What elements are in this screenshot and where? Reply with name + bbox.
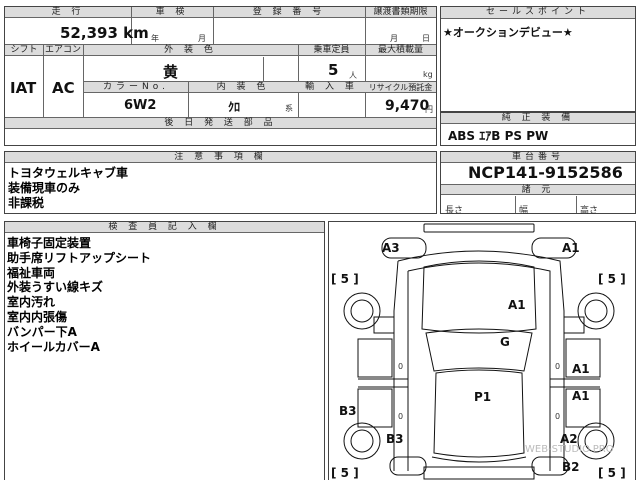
max-load-unit: kg xyxy=(423,70,433,79)
inspector-line: 助手席リフトアップシート xyxy=(7,250,152,265)
inspector-line: 外装うすい線キズ xyxy=(7,280,104,295)
inspection-header: 車 検 xyxy=(131,7,213,18)
zero-marker-right-lower: 0 xyxy=(555,412,561,421)
damage-label-a1-hood: A1 xyxy=(508,298,526,312)
inspection-month-unit: 月 xyxy=(198,34,206,43)
mileage-value: 52,393 km xyxy=(60,24,149,42)
inspector-line: 車椅子固定装置 xyxy=(7,236,92,250)
capacity-unit: 人 xyxy=(349,71,357,80)
capacity-value: 5 xyxy=(328,61,339,79)
ac-header: エアコン xyxy=(43,45,83,56)
damage-label-a1-right-lower: A1 xyxy=(572,389,590,403)
inspector-line: ホイールカバーA xyxy=(7,339,100,354)
damage-label-b3-bottom: B3 xyxy=(386,432,404,446)
notes-line: 非課税 xyxy=(8,196,45,210)
damage-label-p1: P1 xyxy=(474,390,492,404)
equipment-text: ABS ｴｱB PS PW xyxy=(448,129,549,143)
sales-point-box xyxy=(440,6,636,112)
damage-label-b3-left: B3 xyxy=(339,404,357,418)
color-no-value: 6W2 xyxy=(124,98,157,113)
notes-header: 注 意 事 項 欄 xyxy=(5,152,436,163)
shift-header: シフト xyxy=(5,45,43,56)
sales-point-header: セールスポイント xyxy=(441,7,635,19)
recycle-header: リサイクル預託金 xyxy=(365,82,436,93)
retrofit-parts-header: 後 日 発 送 部 品 xyxy=(5,118,436,129)
bracket-left-upper: [ 5 ] xyxy=(331,272,359,286)
damage-label-b2: B2 xyxy=(562,460,580,474)
damage-label-a3: A3 xyxy=(382,241,400,255)
bracket-right-lower: [ 5 ] xyxy=(598,466,626,480)
recycle-value: 9,470 xyxy=(385,98,430,114)
sales-point-text: ★オークションデビュー★ xyxy=(443,26,573,39)
inspector-notes: 車椅子固定装置 助手席リフトアップシート 福祉車両 外装うすい線キズ 室内汚れ … xyxy=(7,236,151,354)
inspector-line: 室内内張傷 xyxy=(7,309,68,324)
notes-text: トヨタウェルキャブ車 装備現車のみ 非課税 xyxy=(8,166,128,211)
ac-value: AC xyxy=(52,79,75,97)
interior-color-unit: 系 xyxy=(285,104,293,113)
chassis-header: 車台番号 xyxy=(441,152,635,163)
mileage-header: 走 行 xyxy=(5,7,131,18)
inspector-line: 福祉車両 xyxy=(7,265,56,280)
registration-header: 登 録 番 号 xyxy=(213,7,365,18)
inspector-line: バンパー下A xyxy=(7,324,77,339)
equipment-header: 純 正 装 備 xyxy=(441,113,635,124)
damage-label-g: G xyxy=(500,335,510,349)
damage-label-a1-top-right: A1 xyxy=(562,241,580,255)
interior-color-header: 内 装 色 xyxy=(188,82,298,93)
length-label: 長さ xyxy=(445,206,464,216)
recycle-unit: 円 xyxy=(425,105,433,114)
car-diagram xyxy=(343,223,615,480)
shift-value: IAT xyxy=(10,79,37,97)
zero-marker-right-upper: 0 xyxy=(555,362,561,371)
notes-line: 装備現車のみ xyxy=(8,181,81,195)
transfer-deadline-header: 譲渡書類期限 xyxy=(365,7,436,18)
import-header: 輸 入 車 xyxy=(298,82,365,93)
interior-color-value: ｸﾛ xyxy=(228,100,241,114)
chassis-number: NCP141-9152586 xyxy=(468,163,623,182)
color-no-header: カラーNo. xyxy=(84,82,188,93)
watermark: WEB-STUDIO.PRO xyxy=(525,444,614,455)
transfer-month-unit: 月 xyxy=(390,34,398,43)
bracket-left-lower: [ 5 ] xyxy=(331,466,359,480)
exterior-color-value: 黄 xyxy=(163,63,179,81)
width-label: 幅 xyxy=(519,206,529,216)
zero-marker-left-upper: 0 xyxy=(398,362,404,371)
damage-label-a1-right-upper: A1 xyxy=(572,362,590,376)
inspector-header: 検 査 員 記 入 欄 xyxy=(5,222,324,233)
max-load-header: 最大積載量 xyxy=(365,45,436,56)
bracket-right-upper: [ 5 ] xyxy=(598,272,626,286)
zero-marker-left-lower: 0 xyxy=(398,412,404,421)
notes-line: トヨタウェルキャブ車 xyxy=(8,166,129,180)
inspector-line: 室内汚れ xyxy=(7,295,56,310)
inspection-year-unit: 年 xyxy=(151,34,159,43)
transfer-day-unit: 日 xyxy=(422,34,430,43)
height-label: 高さ xyxy=(580,206,599,216)
capacity-header: 乗車定員 xyxy=(298,45,365,56)
spec-header: 諸 元 xyxy=(441,184,635,195)
exterior-color-header: 外 装 色 xyxy=(83,45,298,56)
